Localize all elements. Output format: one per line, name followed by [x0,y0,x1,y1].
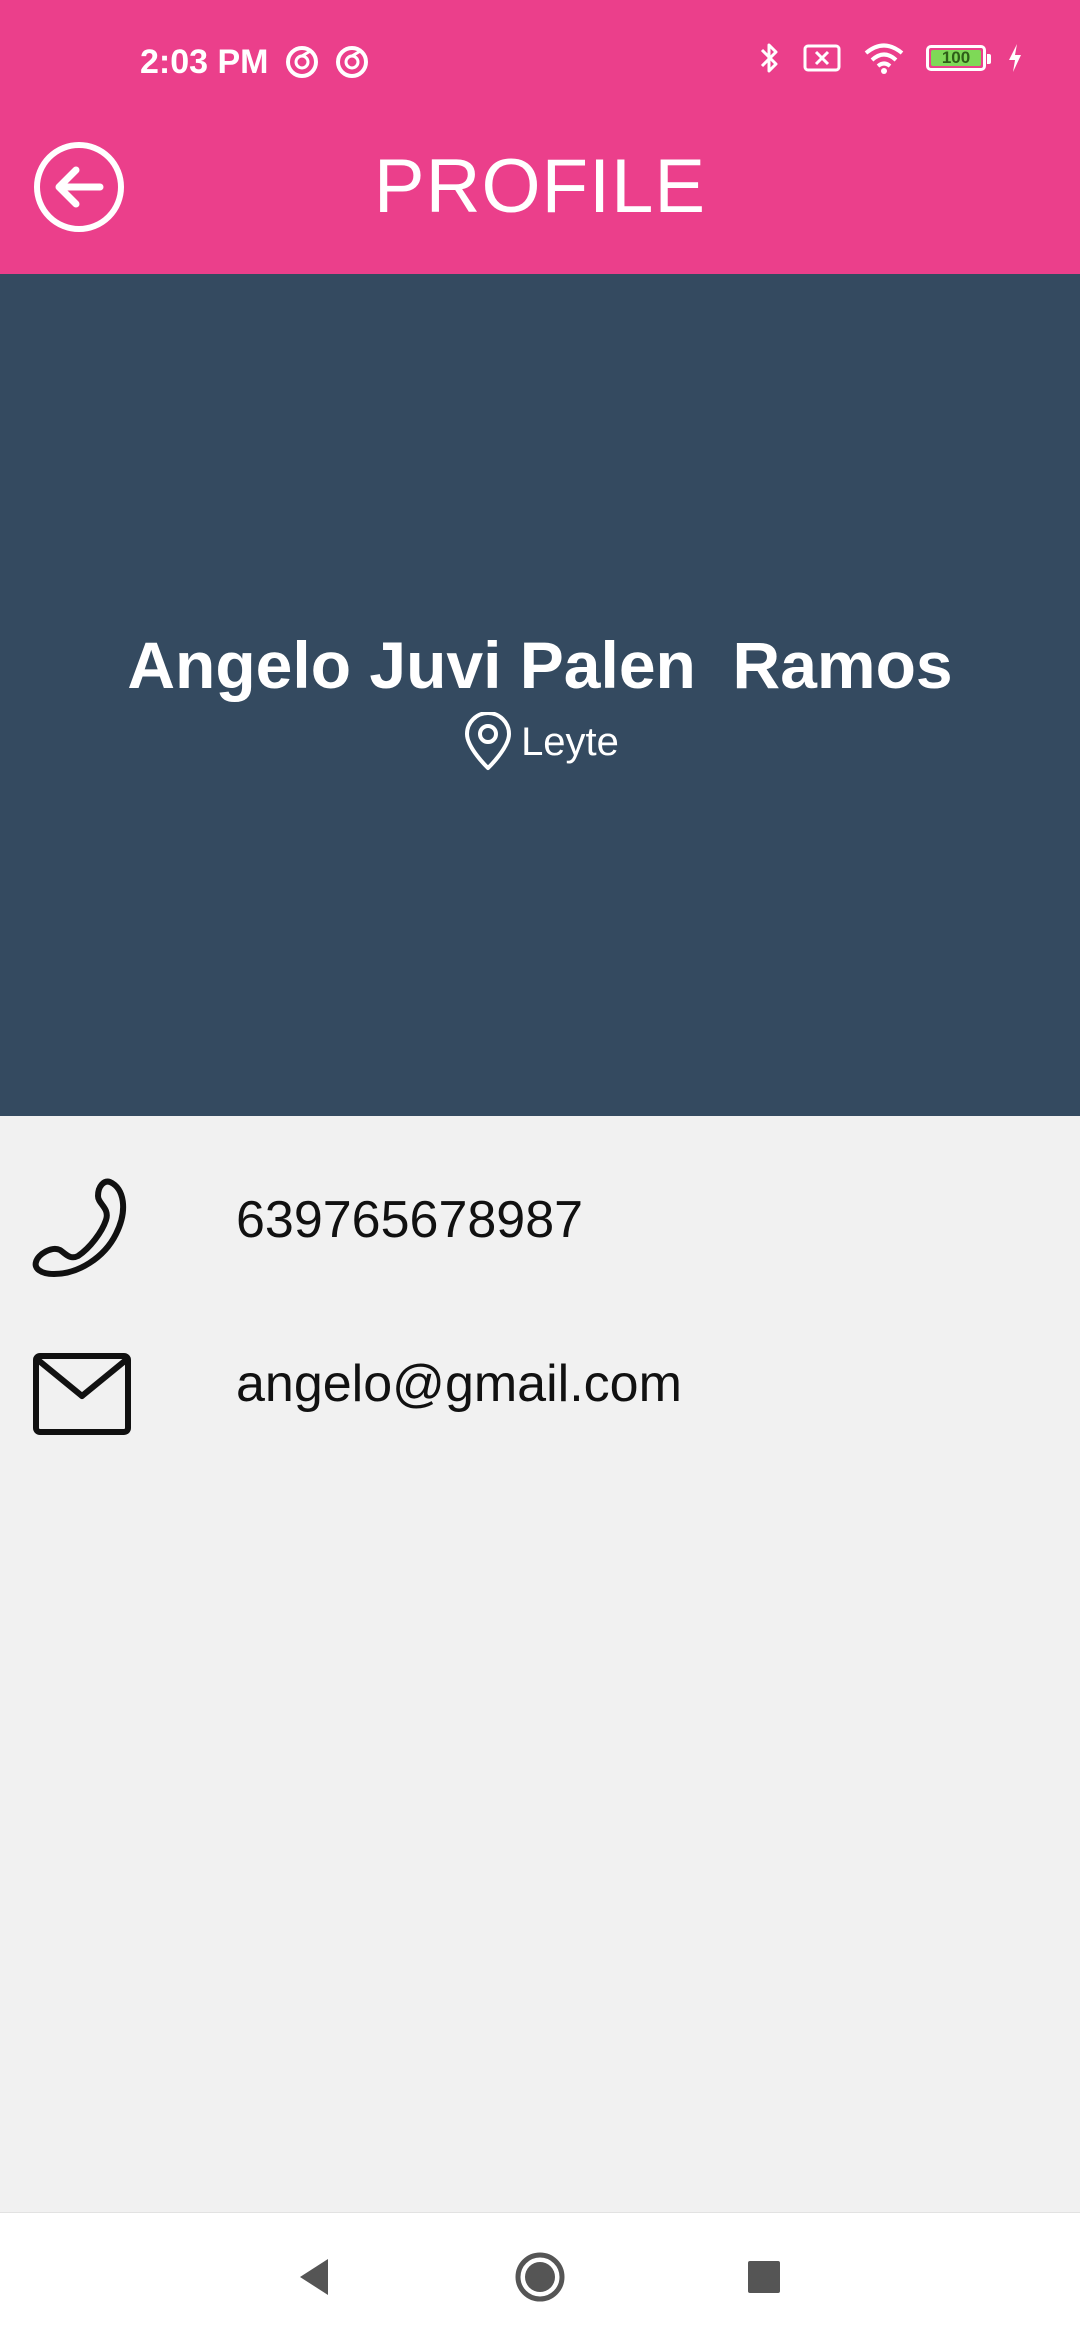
phone-icon [32,1178,127,1277]
location-row: Leyte [0,712,1080,772]
sim-off-icon [803,44,841,72]
system-nav-bar [0,2212,1080,2341]
battery-icon: 100 [926,45,991,71]
home-icon[interactable] [514,2251,566,2303]
status-time: 2:03 PM [140,43,269,81]
status-notifications [284,44,370,80]
app-notification-icon [336,46,368,78]
recents-icon[interactable] [746,2259,782,2295]
mail-icon [33,1353,131,1435]
status-bar: 2:03 PM 100 [0,0,1080,126]
app-notification-icon [286,46,318,78]
location-text: Leyte [521,720,619,764]
wifi-icon [864,43,904,74]
bluetooth-icon [760,43,778,73]
charging-icon [1009,44,1021,72]
email-address: angelo@gmail.com [236,1355,682,1413]
phone-number: 639765678987 [236,1191,584,1249]
back-icon[interactable] [296,2257,332,2297]
profile-name: Angelo Juvi Palen Ramos [127,628,953,702]
page-title: PROFILE [373,144,707,229]
email-row[interactable]: angelo@gmail.com [0,1344,1080,1464]
location-pin-icon [465,712,512,770]
phone-row[interactable]: 639765678987 [0,1176,1080,1296]
status-system-icons: 100 [758,40,1024,76]
battery-level: 100 [941,48,971,67]
